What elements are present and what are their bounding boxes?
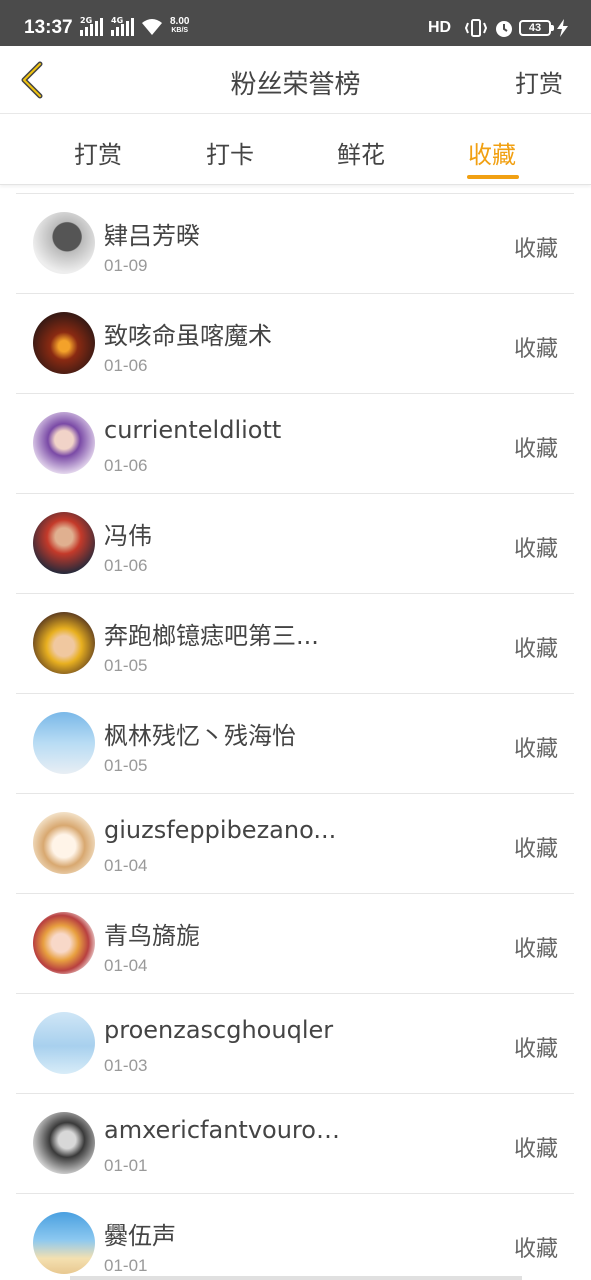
user-name: 奔跑榔镱痣吧第三... — [104, 622, 319, 650]
user-name: 肄吕芳暌 — [104, 222, 200, 250]
user-name: 青鸟旖旎 — [104, 922, 200, 950]
tab-flowers[interactable]: 鲜花 — [311, 135, 411, 170]
tab-favorites-label: 收藏 — [468, 141, 516, 169]
item-date: 01-04 — [104, 956, 148, 975]
tab-bar: 打赏 打卡 鲜花 收藏 — [0, 115, 591, 185]
list-item[interactable]: 致咳命虽喀魔术 01-06 收藏 — [16, 294, 574, 394]
vibrate-icon — [464, 19, 488, 37]
list-item[interactable]: 冯伟 01-06 收藏 — [16, 494, 574, 594]
avatar[interactable] — [33, 612, 95, 674]
tab-favorites[interactable]: 收藏 — [442, 135, 542, 179]
tab-reward[interactable]: 打赏 — [48, 135, 148, 170]
list-item[interactable]: 枫林残忆丶残海怡 01-05 收藏 — [16, 694, 574, 794]
avatar[interactable] — [33, 912, 95, 974]
user-name: 爨伍声 — [104, 1222, 176, 1250]
action-label: 收藏 — [513, 637, 558, 662]
action-label: 收藏 — [513, 337, 558, 362]
list-item[interactable]: giuzsfeppibezano... 01-04 收藏 — [16, 794, 574, 894]
item-date: 01-06 — [104, 456, 148, 475]
user-name: amxericfantvouroi... — [104, 1116, 344, 1144]
avatar[interactable] — [33, 812, 95, 874]
user-name: 冯伟 — [104, 522, 152, 550]
avatar[interactable] — [33, 1012, 95, 1074]
charging-icon — [557, 19, 568, 37]
signal-2g-icon: 2G — [80, 16, 103, 36]
user-name: 致咳命虽喀魔术 — [104, 322, 272, 350]
avatar[interactable] — [33, 212, 95, 274]
action-label: 收藏 — [513, 437, 558, 462]
list-item[interactable]: amxericfantvouroi... 01-01 收藏 — [16, 1094, 574, 1194]
user-name: giuzsfeppibezano... — [104, 816, 337, 844]
list-item[interactable]: proenzascghouqler 01-03 收藏 — [16, 994, 574, 1094]
item-date: 01-09 — [104, 256, 148, 275]
action-label: 收藏 — [513, 237, 558, 262]
page-title: 粉丝荣誉榜 — [230, 70, 361, 100]
item-date: 01-01 — [104, 1156, 148, 1175]
avatar[interactable] — [33, 412, 95, 474]
list-item[interactable]: 青鸟旖旎 01-04 收藏 — [16, 894, 574, 994]
list-item[interactable]: 爨伍声 01-01 收藏 — [16, 1194, 574, 1280]
fan-list: 肄吕芳暌 01-09 收藏 致咳命虽喀魔术 01-06 收藏 curriente… — [16, 193, 574, 1280]
app-header: 粉丝荣誉榜 打赏 — [0, 46, 591, 114]
avatar[interactable] — [33, 312, 95, 374]
wifi-icon — [142, 19, 162, 35]
list-item[interactable]: 肄吕芳暌 01-09 收藏 — [16, 194, 574, 294]
action-label: 收藏 — [513, 1237, 558, 1262]
user-name: 枫林残忆丶残海怡 — [104, 722, 296, 750]
avatar[interactable] — [33, 1212, 95, 1274]
list-item[interactable]: currienteldliott 01-06 收藏 — [16, 394, 574, 494]
status-time: 13:37 — [24, 17, 73, 38]
item-date: 01-06 — [104, 356, 148, 375]
action-label: 收藏 — [513, 937, 558, 962]
reward-button[interactable]: 打赏 — [515, 64, 563, 99]
item-date: 01-04 — [104, 856, 148, 875]
item-date: 01-05 — [104, 656, 148, 675]
action-label: 收藏 — [513, 537, 558, 562]
battery-tip — [551, 25, 554, 31]
action-label: 收藏 — [513, 837, 558, 862]
network-speed: 8.00 KB/S — [170, 16, 190, 35]
battery-icon: 43 — [519, 20, 551, 36]
action-label: 收藏 — [513, 737, 558, 762]
avatar[interactable] — [33, 1112, 95, 1174]
user-name: proenzascghouqler — [104, 1016, 334, 1044]
action-label: 收藏 — [513, 1037, 558, 1062]
action-label: 收藏 — [513, 1137, 558, 1162]
item-date: 01-05 — [104, 756, 148, 775]
item-date: 01-06 — [104, 556, 148, 575]
signal-4g-icon: 4G — [111, 16, 134, 36]
active-tab-indicator — [467, 175, 519, 179]
tab-checkin[interactable]: 打卡 — [180, 135, 280, 170]
avatar[interactable] — [33, 712, 95, 774]
scroll-indicator — [70, 1276, 522, 1280]
status-bar: 13:37 2G 4G 8.00 KB/S HD 43 — [0, 0, 591, 46]
user-name: currienteldliott — [104, 416, 282, 444]
hd-indicator: HD — [428, 19, 452, 36]
avatar[interactable] — [33, 512, 95, 574]
item-date: 01-03 — [104, 1056, 148, 1075]
alarm-icon — [496, 21, 512, 37]
list-item[interactable]: 奔跑榔镱痣吧第三... 01-05 收藏 — [16, 594, 574, 694]
item-date: 01-01 — [104, 1256, 148, 1275]
